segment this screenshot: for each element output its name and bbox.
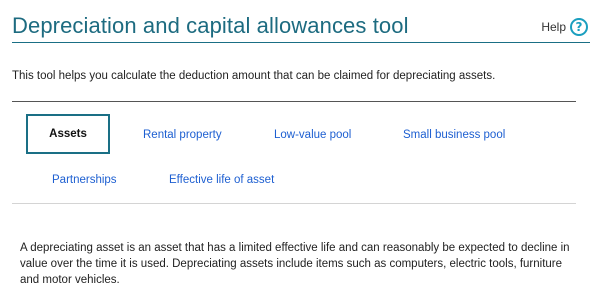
tab-partnerships[interactable]: Partnerships <box>52 174 117 186</box>
tabs-divider <box>12 203 576 204</box>
help-label: Help <box>541 20 566 34</box>
page-header: Depreciation and capital allowances tool… <box>12 0 590 43</box>
asset-description: A depreciating asset is an asset that ha… <box>20 242 570 286</box>
question-circle-icon[interactable]: ? <box>570 18 588 36</box>
page-title: Depreciation and capital allowances tool <box>12 13 409 38</box>
divider <box>12 101 576 102</box>
tab-assets[interactable]: Assets <box>26 114 110 154</box>
tab-low-value-pool[interactable]: Low-value pool <box>274 129 351 141</box>
intro-text: This tool helps you calculate the deduct… <box>12 70 496 82</box>
help-button[interactable]: Help ? <box>541 17 588 37</box>
tab-small-business-pool[interactable]: Small business pool <box>403 129 505 141</box>
tab-effective-life-of-asset[interactable]: Effective life of asset <box>169 174 274 186</box>
tab-rental-property[interactable]: Rental property <box>143 129 222 141</box>
